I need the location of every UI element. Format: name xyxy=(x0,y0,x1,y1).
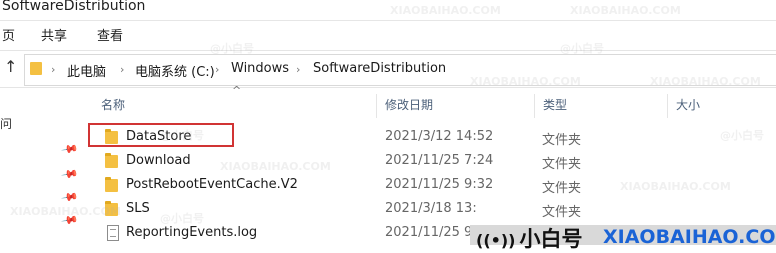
file-type: 文件夹 xyxy=(542,133,582,148)
folder-icon xyxy=(105,201,118,216)
column-header-date[interactable]: 修改日期 xyxy=(385,96,433,116)
breadcrumb-softwaredistribution[interactable]: SoftwareDistribution xyxy=(313,61,446,76)
file-date: 2021/11/25 9: xyxy=(385,225,477,240)
pin-icon: 📌 xyxy=(60,165,80,184)
address-bar[interactable]: › 此电脑 › 电脑系统 (C:) › Windows › SoftwareDi… xyxy=(24,54,776,86)
navigation-pane: 问 📌 📌 📌 📌 xyxy=(0,87,86,245)
chevron-right-icon[interactable]: › xyxy=(120,63,124,76)
file-date: 2021/3/18 13: xyxy=(385,201,477,216)
tab-share[interactable]: 共享 xyxy=(41,25,67,44)
up-arrow-icon[interactable]: ↑ xyxy=(4,57,17,76)
title-bar: SoftwareDistribution xyxy=(0,0,776,21)
folder-icon xyxy=(105,177,118,192)
breadcrumb-this-pc[interactable]: 此电脑 xyxy=(67,61,106,80)
chevron-right-icon[interactable]: › xyxy=(215,63,219,76)
sort-ascending-icon: ^ xyxy=(232,84,242,97)
file-name: PostRebootEventCache.V2 xyxy=(126,177,298,192)
tab-view[interactable]: 查看 xyxy=(97,25,123,44)
broadcast-icon: ((•)) xyxy=(476,231,516,250)
column-header-name[interactable]: 名称 xyxy=(101,96,125,116)
column-divider[interactable] xyxy=(534,94,535,118)
file-name: ReportingEvents.log xyxy=(126,225,258,240)
file-type: 文件夹 xyxy=(542,181,582,196)
highlight-box xyxy=(88,123,234,147)
file-row[interactable]: SLS 2021/3/18 13: 文件夹 xyxy=(95,199,776,222)
file-name: SLS xyxy=(126,201,150,216)
nav-pane-label[interactable]: 问 xyxy=(0,115,12,132)
log-file-icon xyxy=(107,225,119,241)
ribbon: 页 共享 查看 xyxy=(0,21,776,47)
breadcrumb-windows[interactable]: Windows xyxy=(231,61,289,76)
pin-icon: 📌 xyxy=(60,140,80,159)
column-header-type[interactable]: 类型 xyxy=(543,96,567,116)
column-divider[interactable] xyxy=(376,94,377,118)
file-date: 2021/11/25 9:32 xyxy=(385,177,494,192)
file-row[interactable]: PostRebootEventCache.V2 2021/11/25 9:32 … xyxy=(95,175,776,198)
file-row[interactable]: Download 2021/11/25 7:24 文件夹 xyxy=(95,151,776,174)
file-type: 文件夹 xyxy=(542,205,582,220)
tab-page[interactable]: 页 xyxy=(2,25,15,44)
file-date: 2021/11/25 7:24 xyxy=(385,153,494,168)
branding-name-text: 小白号 xyxy=(519,227,583,251)
file-date: 2021/3/12 14:52 xyxy=(385,129,494,144)
folder-icon xyxy=(105,153,118,168)
chevron-right-icon[interactable]: › xyxy=(296,63,300,76)
navigation-bar: ↑ › 此电脑 › 电脑系统 (C:) › Windows › Software… xyxy=(0,50,776,88)
pin-icon: 📌 xyxy=(60,188,80,207)
file-name: Download xyxy=(126,153,191,168)
window-title: SoftwareDistribution xyxy=(2,0,146,14)
folder-icon xyxy=(30,62,42,75)
branding-name: ((•)) 小白号 xyxy=(476,223,582,253)
column-header-size[interactable]: 大小 xyxy=(676,96,700,116)
chevron-right-icon[interactable]: › xyxy=(51,63,55,76)
file-type: 文件夹 xyxy=(542,157,582,172)
column-divider[interactable] xyxy=(667,94,668,118)
pin-icon: 📌 xyxy=(60,211,80,230)
breadcrumb-drive-c[interactable]: 电脑系统 (C:) xyxy=(135,61,215,80)
